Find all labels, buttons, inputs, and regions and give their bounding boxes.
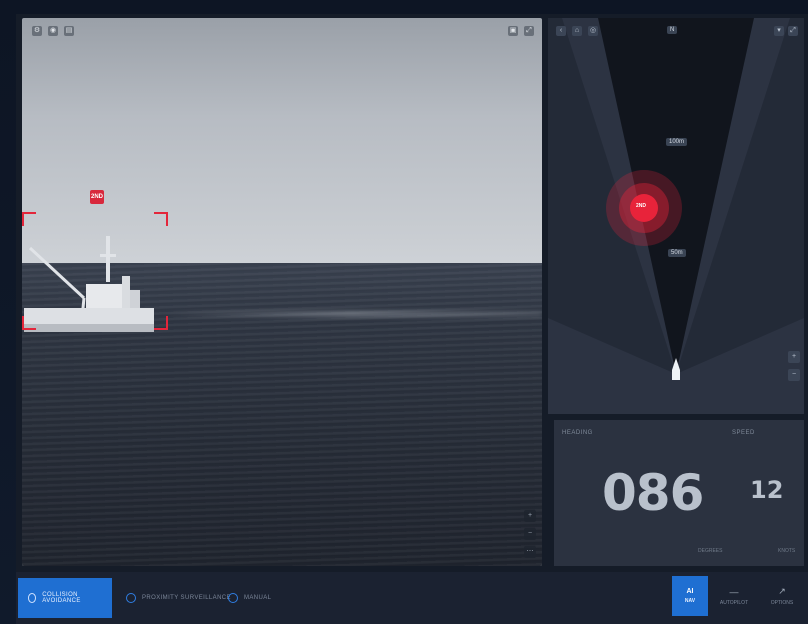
radar-window-controls: ▾ ⤢ bbox=[774, 26, 798, 36]
dash-icon: — bbox=[729, 586, 739, 597]
arrow-icon: ↗ bbox=[778, 586, 786, 596]
camera-window-controls: ▣ ⤢ bbox=[508, 26, 534, 36]
camera-zoom-controls: + − ⋯ bbox=[524, 510, 536, 558]
radar-display bbox=[548, 18, 804, 414]
wake-trail bbox=[162, 311, 542, 317]
radio-icon bbox=[126, 593, 136, 603]
layers-icon[interactable]: ▤ bbox=[64, 26, 74, 36]
home-icon[interactable]: ⌂ bbox=[572, 26, 582, 36]
ai-nav-button[interactable]: AI NAV bbox=[672, 576, 708, 616]
radar-range-far: 100m bbox=[666, 138, 688, 146]
heading-value: 086 bbox=[602, 464, 704, 522]
nav-label: NAV bbox=[684, 598, 696, 604]
target-id-tag[interactable]: 2ND bbox=[90, 190, 104, 204]
radar-panel[interactable]: N 100m 50m 2ND ‹ ⌂ ◎ ▾ ⤢ + − bbox=[548, 18, 804, 414]
radar-range-controls: + − bbox=[788, 351, 800, 381]
heading-unit: DEGREES bbox=[698, 548, 723, 554]
radio-icon bbox=[228, 593, 238, 603]
mode-manual[interactable]: Manual bbox=[218, 578, 281, 618]
frame-corner-tl bbox=[22, 212, 36, 226]
zoom-out-icon[interactable]: − bbox=[524, 528, 536, 540]
camera-icon[interactable]: ◉ bbox=[48, 26, 58, 36]
compass-icon[interactable]: ◎ bbox=[588, 26, 598, 36]
speed-value: 12 bbox=[750, 476, 784, 504]
options-label: Options bbox=[770, 600, 794, 606]
radar-toolbar: ‹ ⌂ ◎ bbox=[556, 26, 598, 36]
back-icon[interactable]: ‹ bbox=[556, 26, 566, 36]
heading-label: Heading bbox=[562, 430, 593, 436]
radar-range-mid: 50m bbox=[668, 249, 686, 257]
frame-corner-br bbox=[154, 316, 168, 330]
plus-icon[interactable]: + bbox=[788, 351, 800, 363]
frame-corner-tr bbox=[154, 212, 168, 226]
mode-collision-avoidance[interactable]: Collision Avoidance bbox=[18, 578, 112, 618]
camera-feed-panel[interactable]: 2ND ⚙ ◉ ▤ ▣ ⤢ + − ⋯ bbox=[22, 18, 542, 566]
radar-north-label: N bbox=[667, 26, 678, 34]
mode-label: Collision Avoidance bbox=[42, 592, 81, 604]
frame-corner-bl bbox=[22, 316, 36, 330]
fullscreen-icon[interactable]: ▣ bbox=[508, 26, 518, 36]
radar-target-label[interactable]: 2ND bbox=[636, 203, 646, 209]
camera-toolbar: ⚙ ◉ ▤ bbox=[32, 26, 74, 36]
zoom-in-icon[interactable]: + bbox=[524, 510, 536, 522]
instrument-panel: Heading 086 DEGREES Speed 12 KNOTS bbox=[554, 420, 804, 566]
ai-label: AI bbox=[686, 588, 694, 595]
expand-icon[interactable]: ⤢ bbox=[524, 26, 534, 36]
speed-unit: KNOTS bbox=[778, 548, 796, 554]
target-tracking-frame[interactable] bbox=[22, 212, 168, 330]
autopilot-button[interactable]: — Autopilot bbox=[716, 576, 752, 616]
minimize-icon[interactable]: ▾ bbox=[774, 26, 784, 36]
more-icon[interactable]: ⋯ bbox=[524, 546, 536, 558]
speed-label: Speed bbox=[732, 430, 755, 436]
settings-icon[interactable]: ⚙ bbox=[32, 26, 42, 36]
options-button[interactable]: ↗ Options bbox=[764, 576, 800, 616]
mode-label: Manual bbox=[244, 595, 272, 601]
radio-icon bbox=[28, 593, 37, 603]
bottom-mode-bar: Collision Avoidance Proximity Surveillan… bbox=[16, 572, 808, 624]
autopilot-label: Autopilot bbox=[719, 599, 749, 606]
expand-icon[interactable]: ⤢ bbox=[788, 26, 798, 36]
minus-icon[interactable]: − bbox=[788, 369, 800, 381]
